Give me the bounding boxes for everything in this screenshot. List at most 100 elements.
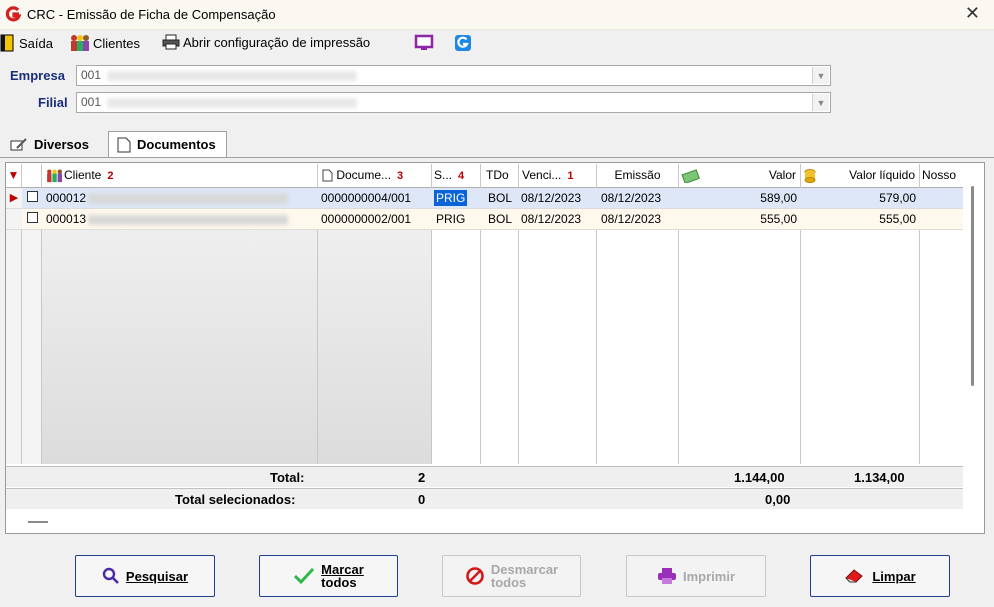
- saida-button[interactable]: Saída: [0, 34, 53, 52]
- cell-valor: 589,00: [679, 188, 801, 209]
- cliente-code: 000013: [46, 212, 87, 226]
- cell-documento: 0000000002/001: [318, 209, 432, 230]
- current-row-arrow-icon: ▶: [6, 188, 22, 209]
- clientes-button[interactable]: Clientes: [70, 34, 140, 52]
- edit-note-icon: [10, 137, 27, 150]
- cell-vencimento: 08/12/2023: [519, 188, 597, 209]
- column-header-vencimento[interactable]: Venci... 1: [519, 164, 597, 188]
- cliente-header-label: Cliente: [64, 168, 102, 182]
- search-icon: [102, 567, 119, 584]
- selected-valor: 0,00: [765, 492, 791, 507]
- documento-header-label: Docume...: [336, 168, 392, 182]
- document-icon: [117, 137, 131, 152]
- people-icon: [71, 35, 89, 51]
- row-checkbox[interactable]: [22, 209, 42, 230]
- pesquisar-button[interactable]: Pesquisar: [75, 555, 215, 597]
- filial-value: 001: [81, 95, 102, 109]
- cell-situacao: PRIG: [432, 188, 481, 209]
- marcar-todos-button[interactable]: Marcar todos: [259, 555, 398, 597]
- clientes-label: Clientes: [93, 35, 140, 51]
- row-checkbox[interactable]: [22, 188, 42, 209]
- situacao-value: PRIG: [434, 190, 468, 206]
- column-header-valor-liquido[interactable]: Valor líquido: [801, 164, 920, 188]
- cliente-sort-order: 2: [107, 170, 114, 182]
- desmarcar-todos-button[interactable]: Desmarcar todos: [442, 555, 581, 597]
- column-header-cliente[interactable]: Cliente 2: [42, 164, 318, 188]
- cell-nosso: [920, 188, 963, 209]
- total-label: Total:: [270, 470, 305, 485]
- cell-emissao: 08/12/2023: [597, 188, 679, 209]
- people-icon: [47, 169, 62, 182]
- scroll-thumb[interactable]: [971, 186, 974, 386]
- tab-divider: [0, 157, 994, 158]
- column-header-emissao[interactable]: Emissão: [597, 164, 679, 188]
- check-header[interactable]: [22, 164, 42, 188]
- column-header-situacao[interactable]: S... 4: [432, 164, 481, 188]
- empresa-value: 001: [81, 68, 102, 82]
- printer-icon: [657, 568, 676, 584]
- selected-count: 0: [418, 492, 426, 507]
- empresa-name-redacted: [107, 70, 358, 81]
- print-config-label: Abrir configuração de impressão: [183, 34, 371, 50]
- horizontal-scroll-thumb[interactable]: [28, 521, 48, 523]
- cell-valor-liquido: 555,00: [801, 209, 920, 230]
- pesquisar-label: Pesquisar: [125, 568, 189, 584]
- marcar-label-line2: todos: [321, 575, 357, 590]
- row-indicator-header: ▼: [6, 164, 22, 188]
- column-header-documento[interactable]: Docume... 3: [318, 164, 432, 188]
- check-icon: [294, 567, 315, 585]
- column-header-tdo[interactable]: TDo: [481, 164, 519, 188]
- imprimir-button[interactable]: Imprimir: [626, 555, 766, 597]
- cell-tdo: BOL: [481, 209, 519, 230]
- desmarcar-todos-label: Desmarcar todos: [491, 563, 558, 589]
- totals-row: Total: 2 1.144,00 1.134,00: [6, 466, 963, 487]
- total-count: 2: [418, 470, 426, 485]
- column-header-valor[interactable]: Valor: [679, 164, 801, 188]
- empresa-combo[interactable]: 001 ▼: [76, 65, 831, 86]
- monitor-button[interactable]: [414, 34, 434, 52]
- cell-tdo: BOL: [481, 188, 519, 209]
- cliente-code: 000012: [46, 191, 87, 205]
- chevron-down-icon[interactable]: ▼: [812, 67, 829, 84]
- desmarcar-label-line2: todos: [490, 575, 527, 590]
- cliente-name-redacted: [88, 214, 289, 225]
- vencimento-header-label: Venci...: [522, 168, 562, 182]
- vertical-scrollbar[interactable]: [966, 186, 980, 464]
- filial-combo[interactable]: 001 ▼: [76, 92, 831, 113]
- filial-label: Filial: [38, 95, 68, 110]
- app-g-button[interactable]: [454, 34, 472, 52]
- chevron-down-icon[interactable]: ▼: [812, 94, 829, 111]
- tab-diversos[interactable]: Diversos: [10, 137, 89, 152]
- cell-cliente: 000012: [42, 188, 318, 209]
- limpar-label: Limpar: [872, 568, 916, 584]
- app-g-icon: [455, 35, 471, 51]
- selected-total-label: Total selecionados:: [175, 492, 296, 507]
- empresa-label: Empresa: [10, 68, 65, 83]
- documents-grid[interactable]: ▼ Cliente 2 Docume... 3 S... 4 TDo Venci...…: [6, 164, 963, 464]
- toolbar: Saída Clientes Abrir configuração de imp…: [0, 31, 994, 55]
- print-config-button[interactable]: Abrir configuração de impressão: [162, 34, 370, 50]
- column-header-nosso[interactable]: Nosso: [920, 164, 963, 188]
- marcar-todos-label: Marcar todos: [321, 563, 364, 589]
- limpar-button[interactable]: Limpar: [810, 555, 950, 597]
- title-bar: CRC - Emissão de Ficha de Compensação ✕: [0, 0, 994, 30]
- cell-nosso: [920, 209, 963, 230]
- cell-vencimento: 08/12/2023: [519, 209, 597, 230]
- total-valor-liquido: 1.134,00: [854, 470, 905, 485]
- cell-emissao: 08/12/2023: [597, 209, 679, 230]
- cell-cliente: 000013: [42, 209, 318, 230]
- cliente-name-redacted: [88, 193, 289, 204]
- window-title: CRC - Emissão de Ficha de Compensação: [27, 7, 276, 22]
- document-icon: [322, 169, 333, 182]
- filial-name-redacted: [107, 97, 358, 108]
- imprimir-label: Imprimir: [682, 568, 735, 584]
- printer-icon: [162, 34, 180, 50]
- tab-documentos-label: Documentos: [137, 137, 216, 152]
- tab-documentos[interactable]: Documentos: [108, 131, 227, 157]
- valor-liquido-header-label: Valor líquido: [849, 168, 915, 182]
- close-icon[interactable]: ✕: [965, 3, 980, 24]
- situacao-header-label: S...: [434, 168, 453, 182]
- app-logo-icon: [5, 6, 21, 22]
- documento-sort-order: 3: [397, 170, 404, 182]
- no-entry-icon: [466, 567, 484, 585]
